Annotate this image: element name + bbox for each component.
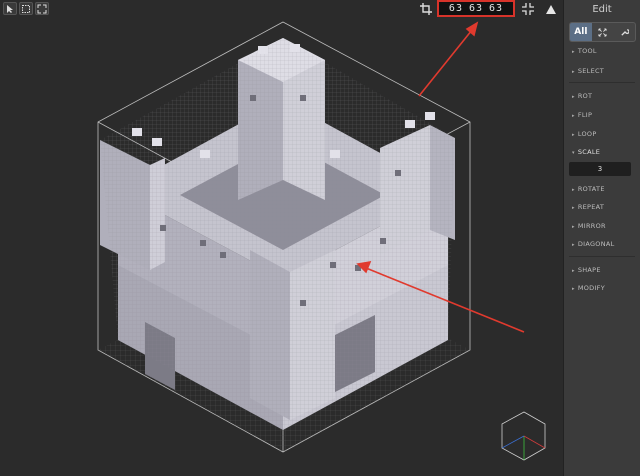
expand-icon[interactable] (35, 2, 49, 15)
triangle-right-icon: ▸ (572, 286, 575, 292)
tool-buttons (3, 2, 49, 15)
box-select-icon[interactable] (19, 2, 33, 15)
section-flip[interactable]: ▸ FLIP (572, 111, 592, 119)
triangle-right-icon: ▸ (572, 94, 575, 100)
crop-icon[interactable] (418, 1, 434, 17)
size-y[interactable]: 63 (469, 3, 483, 14)
arrow-icon[interactable] (3, 2, 17, 15)
sidebar-title: Edit (592, 4, 612, 15)
triangle-right-icon: ▸ (572, 268, 575, 274)
section-scale[interactable]: ▾ SCALE (572, 148, 600, 156)
section-shape[interactable]: ▸ SHAPE (572, 266, 601, 274)
size-x[interactable]: 63 (449, 3, 463, 14)
mode-all[interactable]: All (570, 23, 592, 41)
section-modify[interactable]: ▸ MODIFY (572, 284, 605, 292)
divider (569, 82, 635, 83)
section-tool[interactable]: ▸ TOOL (572, 47, 597, 55)
triangle-right-icon: ▸ (572, 187, 575, 193)
triangle-right-icon: ▸ (572, 205, 575, 211)
section-repeat[interactable]: ▸ REPEAT (572, 203, 604, 211)
section-diagonal[interactable]: ▸ DIAGONAL (572, 240, 615, 248)
triangle-right-icon: ▸ (572, 132, 575, 138)
triangle-right-icon: ▸ (572, 113, 575, 119)
section-select[interactable]: ▸ SELECT (572, 67, 604, 75)
section-rotate[interactable]: ▸ ROTATE (572, 185, 605, 193)
triangle-down-icon: ▾ (572, 150, 575, 156)
orientation-cube (501, 411, 546, 461)
wrench-icon[interactable] (613, 23, 635, 41)
triangle-right-icon: ▸ (572, 224, 575, 230)
mode-switcher: All (569, 22, 636, 42)
triangle-up-icon[interactable] (545, 3, 557, 15)
expand-icon[interactable] (592, 23, 614, 41)
size-field[interactable]: 63 63 63 (437, 0, 515, 17)
section-rot[interactable]: ▸ ROT (572, 92, 592, 100)
section-mirror[interactable]: ▸ MIRROR (572, 222, 606, 230)
scale-input[interactable]: 3 (569, 162, 631, 176)
triangle-right-icon: ▸ (572, 49, 575, 55)
triangle-right-icon: ▸ (572, 242, 575, 248)
size-z[interactable]: 63 (489, 3, 503, 14)
triangle-right-icon: ▸ (572, 69, 575, 75)
section-loop[interactable]: ▸ LOOP (572, 130, 597, 138)
divider (569, 256, 635, 257)
shrink-icon[interactable] (520, 1, 536, 17)
voxel-scene (97, 21, 546, 461)
